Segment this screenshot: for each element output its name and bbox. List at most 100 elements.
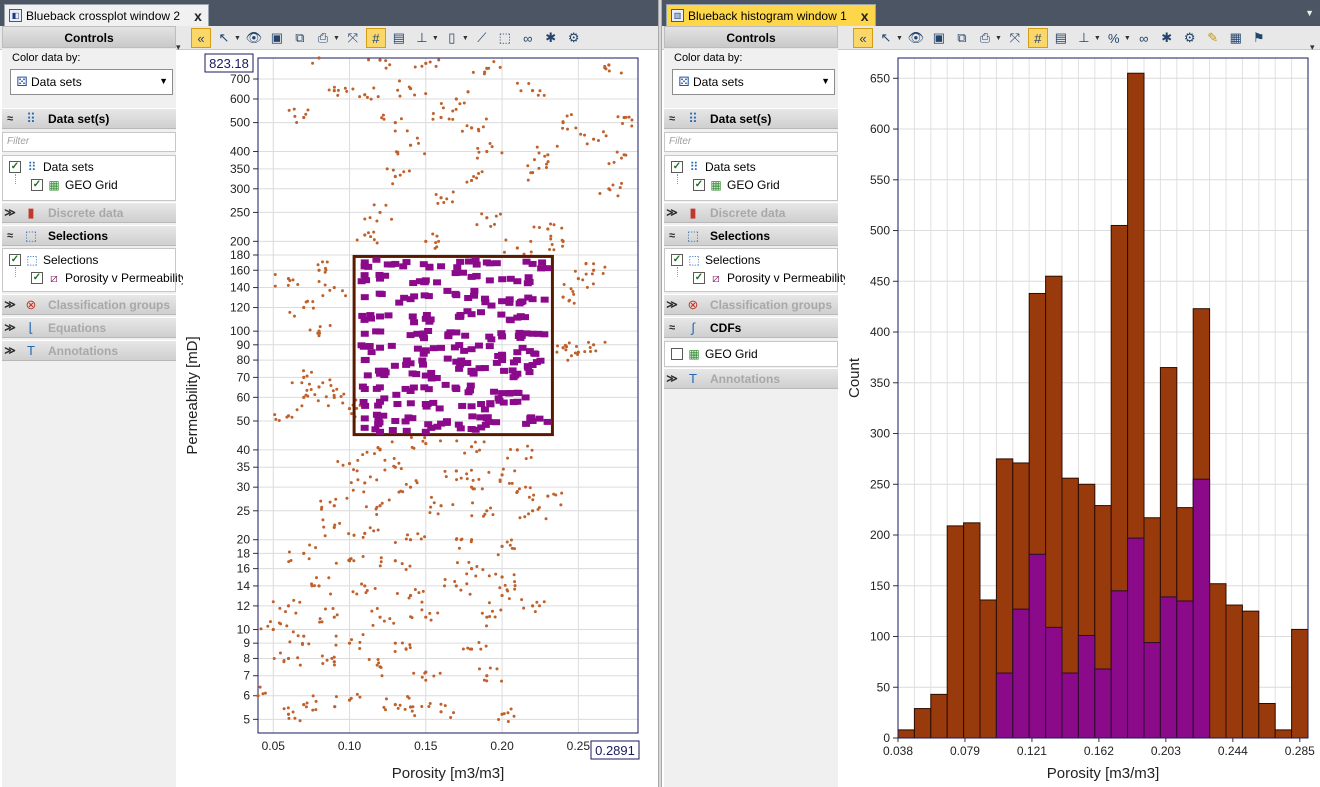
expand-icon[interactable]: ≫ <box>664 206 680 219</box>
tree-item-data-sets[interactable]: ✓ ⠿ Data sets <box>9 158 94 176</box>
close-icon[interactable]: x <box>861 9 869 23</box>
chevron-down-icon[interactable]: ▼ <box>1124 35 1131 42</box>
copy-image-icon[interactable]: ▣ <box>267 28 287 48</box>
chevron-down-icon[interactable]: ▼ <box>432 35 439 42</box>
expand-icon[interactable]: ≫ <box>2 298 18 311</box>
sparkle-icon[interactable]: ✱ <box>1157 28 1177 48</box>
tree-item-porosity-v-permeability[interactable]: ✓ ⧄ Porosity v Permeability <box>693 269 849 287</box>
chevron-down-icon[interactable]: ▼ <box>896 35 903 42</box>
grid-icon[interactable]: # <box>1027 28 1048 48</box>
controls-header[interactable]: Controls <box>664 26 838 48</box>
eye-icon[interactable]: 👁 <box>244 28 264 48</box>
settings-icon[interactable]: ⚙ <box>1180 28 1200 48</box>
tree-item-geo-grid-cdf[interactable]: ▦ GEO Grid <box>671 345 758 363</box>
collapse-icon[interactable]: ≈ <box>2 113 18 125</box>
tree-item-selections[interactable]: ✓ ⬚ Selections <box>9 251 98 269</box>
close-icon[interactable]: x <box>194 9 202 23</box>
tree-item-selections[interactable]: ✓ ⬚ Selections <box>671 251 760 269</box>
collapse-icon[interactable]: ≈ <box>664 322 680 334</box>
expand-icon[interactable]: ≫ <box>2 321 18 334</box>
section-selections[interactable]: ≈ ⬚ Selections <box>664 225 838 246</box>
link-icon[interactable]: ∞ <box>518 28 538 48</box>
tree-item-porosity-v-permeability[interactable]: ✓ ⧄ Porosity v Permeability <box>31 269 187 287</box>
checkbox-checked[interactable]: ✓ <box>9 161 21 173</box>
collapse-panel-icon[interactable]: « <box>853 28 873 48</box>
collapse-icon[interactable]: ≈ <box>664 230 680 242</box>
export-icon[interactable]: ⧉ <box>290 28 310 48</box>
crossplot-chart[interactable]: 0.05 0.10 0.15 0.20 0.25 5 6 7 8910 12 14 16 1820 25 3… <box>183 50 658 787</box>
selection-icon[interactable]: ⬚ <box>495 28 515 48</box>
table-icon[interactable]: ▦ <box>1226 28 1246 48</box>
collapse-panel-icon[interactable]: « <box>191 28 211 48</box>
section-annotations[interactable]: ≫ T Annotations <box>664 368 838 389</box>
legend-icon[interactable]: ▤ <box>389 28 409 48</box>
section-discrete-data[interactable]: ≫ ▮ Discrete data <box>664 202 838 223</box>
section-discrete-data[interactable]: ≫ ▮ Discrete data <box>2 202 176 223</box>
sparkle-icon[interactable]: ✱ <box>541 28 561 48</box>
section-cdfs[interactable]: ≈ ∫ CDFs <box>664 317 838 338</box>
legend-icon[interactable]: ▤ <box>1051 28 1071 48</box>
checkbox-checked[interactable]: ✓ <box>671 161 683 173</box>
chevron-down-icon[interactable]: ▼ <box>1305 8 1314 18</box>
filter-input[interactable]: Filter <box>664 132 838 152</box>
tree-item-data-sets[interactable]: ✓ ⠿ Data sets <box>671 158 756 176</box>
checkbox-checked[interactable]: ✓ <box>693 272 705 284</box>
chevron-down-icon[interactable]: ▼ <box>1094 35 1101 42</box>
chevron-down-icon[interactable]: ▼ <box>462 35 469 42</box>
color-by-select[interactable]: ⚄ Data sets ▼ <box>672 69 835 95</box>
histogram-area[interactable]: 0 50 100 150 200 250 300 350 400 450 500 550 600 650 0… <box>845 50 1320 787</box>
link-icon[interactable]: ∞ <box>1134 28 1154 48</box>
section-annotations[interactable]: ≫ T Annotations <box>2 340 176 361</box>
axis-icon[interactable]: ⊥ <box>1074 28 1094 48</box>
pointer-icon[interactable]: ↖ <box>214 28 234 48</box>
eye-icon[interactable]: 👁 <box>906 28 926 48</box>
expand-icon[interactable]: ≫ <box>2 206 18 219</box>
expand-icon[interactable]: ≫ <box>664 298 680 311</box>
checkbox-checked[interactable]: ✓ <box>693 179 705 191</box>
tree-item-geo-grid[interactable]: ✓ ▦ GEO Grid <box>31 176 118 194</box>
collapse-icon[interactable]: ≈ <box>664 113 680 125</box>
expand-icon[interactable]: ≫ <box>664 372 680 385</box>
zoom-fit-icon[interactable]: ⤧ <box>343 28 363 48</box>
print-icon[interactable]: ⎙ <box>975 28 995 48</box>
checkbox-checked[interactable]: ✓ <box>671 254 683 266</box>
percent-icon[interactable]: % <box>1104 28 1124 48</box>
tree-item-geo-grid[interactable]: ✓ ▦ GEO Grid <box>693 176 780 194</box>
collapse-icon[interactable]: ≈ <box>2 230 18 242</box>
regression-icon[interactable]: ⟋ <box>472 28 492 48</box>
grid-icon[interactable]: # <box>365 28 386 48</box>
selected-point <box>380 372 389 379</box>
data-point <box>286 656 291 661</box>
checkbox-checked[interactable]: ✓ <box>9 254 21 266</box>
border-icon[interactable]: ▯ <box>442 28 462 48</box>
section-data-sets[interactable]: ≈ ⠿ Data set(s) <box>664 108 838 129</box>
chevron-down-icon[interactable]: ▼ <box>995 35 1002 42</box>
section-data-sets[interactable]: ≈ ⠿ Data set(s) <box>2 108 176 129</box>
chevron-down-icon[interactable]: ▼ <box>333 35 340 42</box>
zoom-fit-icon[interactable]: ⤧ <box>1005 28 1025 48</box>
crossplot-area[interactable]: 0.05 0.10 0.15 0.20 0.25 5 6 7 8 9 10 12 14 16 18 20 25 3… <box>183 50 658 787</box>
expand-icon[interactable]: ≫ <box>2 344 18 357</box>
pencil-icon[interactable]: ✎ <box>1203 28 1223 48</box>
properties-icon[interactable]: ⚑ <box>1249 28 1269 48</box>
pointer-icon[interactable]: ↖ <box>876 28 896 48</box>
filter-input[interactable]: Filter <box>2 132 176 152</box>
checkbox-unchecked[interactable] <box>671 348 683 360</box>
section-classification-groups[interactable]: ≫ ⊗ Classification groups <box>664 294 838 315</box>
histogram-chart[interactable]: 0 50 100 150 200 250 300 350 400 450 500 550 600 650 0… <box>845 50 1320 787</box>
section-equations[interactable]: ≫ ⌊ Equations <box>2 317 176 338</box>
axis-icon[interactable]: ⊥ <box>412 28 432 48</box>
print-icon[interactable]: ⎙ <box>313 28 333 48</box>
tab-histogram-window[interactable]: ▥ Blueback histogram window 1 x <box>666 4 876 26</box>
section-selections[interactable]: ≈ ⬚ Selections <box>2 225 176 246</box>
checkbox-checked[interactable]: ✓ <box>31 272 43 284</box>
export-icon[interactable]: ⧉ <box>952 28 972 48</box>
controls-header[interactable]: Controls <box>2 26 176 48</box>
copy-image-icon[interactable]: ▣ <box>929 28 949 48</box>
section-classification-groups[interactable]: ≫ ⊗ Classification groups <box>2 294 176 315</box>
checkbox-checked[interactable]: ✓ <box>31 179 43 191</box>
tab-crossplot-window[interactable]: ◧ Blueback crossplot window 2 x <box>4 4 209 26</box>
color-by-select[interactable]: ⚄ Data sets ▼ <box>10 69 173 95</box>
settings-icon[interactable]: ⚙ <box>564 28 584 48</box>
chevron-down-icon[interactable]: ▼ <box>234 35 241 42</box>
